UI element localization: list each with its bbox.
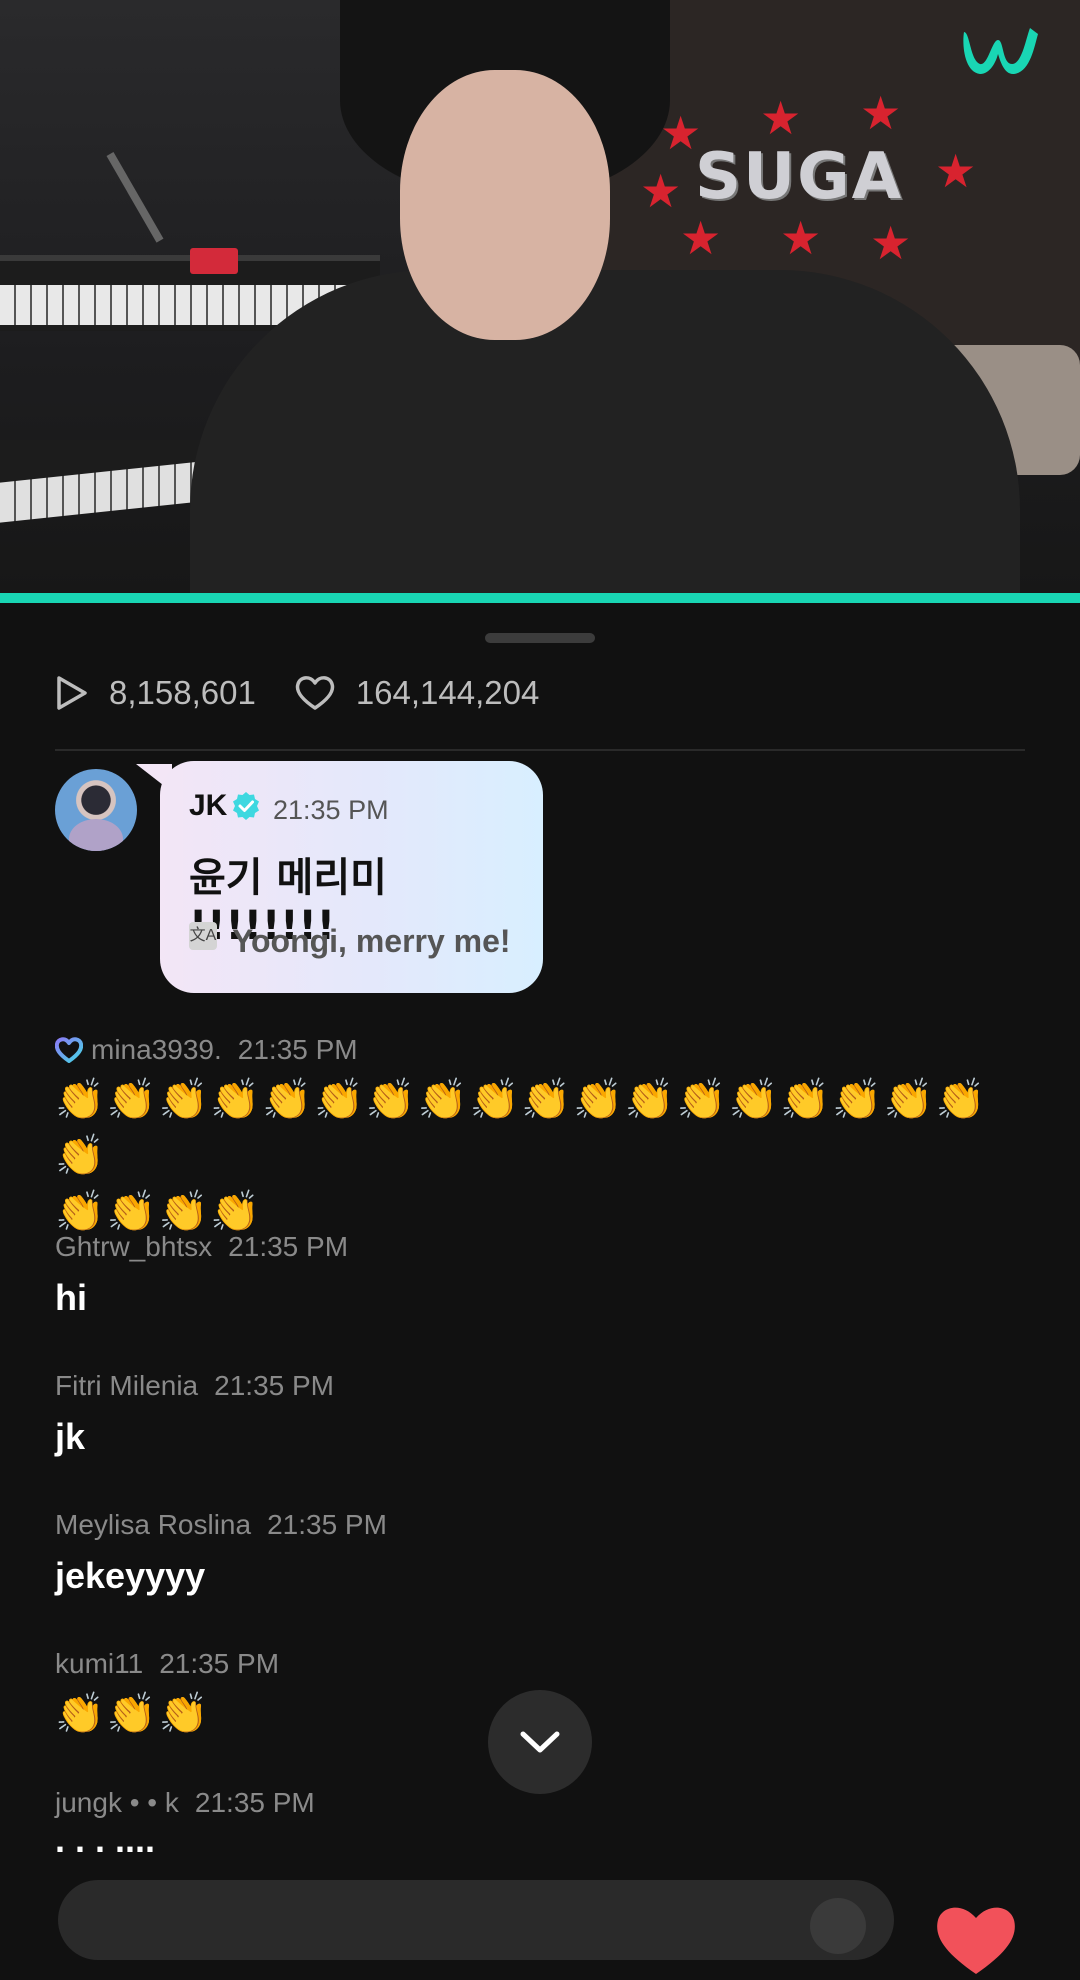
verified-icon <box>233 792 259 820</box>
chat-text: jekeyyyy <box>55 1555 206 1596</box>
comment-input[interactable] <box>58 1880 894 1960</box>
weverse-logo <box>963 28 1038 75</box>
chat-username[interactable]: jungk • • k <box>55 1787 179 1819</box>
live-video[interactable]: SUGA ★ ★ ★ ★ ★ ★ ★ ★ <box>0 0 1080 593</box>
drag-handle[interactable] <box>485 633 595 643</box>
divider <box>55 749 1025 751</box>
chat-text: hi <box>55 1277 87 1318</box>
view-count: 8,158,601 <box>55 674 256 712</box>
chat-username[interactable]: Meylisa Roslina <box>55 1509 251 1541</box>
star-balloon: ★ <box>640 165 682 217</box>
stats-row: 8,158,601 164,144,204 <box>55 668 577 718</box>
star-balloon: ★ <box>660 107 702 159</box>
scroll-to-bottom-button[interactable] <box>488 1690 592 1794</box>
device <box>190 248 238 274</box>
chat-message: mina3939. 21:35 PM 👏👏👏👏👏👏👏👏👏👏👏👏👏👏👏👏👏👏👏 👏… <box>55 1034 1035 1240</box>
heart-icon <box>295 676 335 710</box>
translate-icon[interactable]: 文A <box>189 922 217 950</box>
star-balloon: ★ <box>680 212 722 264</box>
person-body <box>190 270 1020 593</box>
chat-username[interactable]: kumi11 <box>55 1648 143 1680</box>
chevron-down-icon <box>520 1731 560 1753</box>
person-face <box>400 70 610 340</box>
chat-time: 21:35 PM <box>228 1231 349 1262</box>
chat-message: Ghtrw_bhtsx 21:35 PM hi <box>55 1231 1035 1319</box>
progress-fill <box>0 593 1080 603</box>
translation-text: Yoongi, merry me! <box>232 923 511 959</box>
chat-username[interactable]: mina3939. <box>91 1034 222 1066</box>
star-balloon: ★ <box>860 87 902 139</box>
like-count: 164,144,204 <box>294 674 540 712</box>
chat-message: Fitri Milenia 21:35 PM jk <box>55 1370 1035 1458</box>
chat-time: 21:35 PM <box>159 1648 280 1679</box>
chat-message: jungk • • k 21:35 PM . . . .... <box>55 1787 1035 1861</box>
star-balloon: ★ <box>760 92 802 144</box>
star-balloon: ★ <box>870 217 912 269</box>
artist-message-bubble[interactable]: JK 21:35 PM 윤기 메리미 !!!!!!!! 文A Yoongi, m… <box>160 761 543 993</box>
artist-name: JK <box>189 789 228 822</box>
avatar[interactable] <box>55 769 137 851</box>
play-icon <box>57 676 87 710</box>
message-time: 21:35 PM <box>273 795 389 825</box>
views-value: 8,158,601 <box>109 674 256 711</box>
chat-time: 21:35 PM <box>214 1370 334 1401</box>
chat-text: jk <box>55 1416 86 1457</box>
emoji-button[interactable] <box>810 1898 866 1954</box>
star-balloon: ★ <box>935 145 977 197</box>
heart-icon[interactable] <box>930 1900 1022 1980</box>
chat-message: Meylisa Roslina 21:35 PM jekeyyyy <box>55 1509 1035 1597</box>
chat-username[interactable]: Ghtrw_bhtsx <box>55 1231 212 1263</box>
star-balloon: ★ <box>780 212 822 264</box>
mic-arm <box>106 152 164 243</box>
chat-time: 21:35 PM <box>237 1034 358 1065</box>
chat-time: 21:35 PM <box>267 1509 387 1540</box>
playback-progress[interactable] <box>0 593 1080 603</box>
chat-time: 21:35 PM <box>194 1787 315 1818</box>
membership-icon <box>55 1037 83 1063</box>
chat-text: 👏👏👏👏👏👏👏👏👏👏👏👏👏👏👏👏👏👏👏 <box>55 1078 988 1178</box>
wall-letters: SUGA <box>695 140 904 214</box>
likes-value: 164,144,204 <box>355 674 540 711</box>
chat-text: . . . .... <box>55 1819 156 1860</box>
chat-username[interactable]: Fitri Milenia <box>55 1370 198 1402</box>
